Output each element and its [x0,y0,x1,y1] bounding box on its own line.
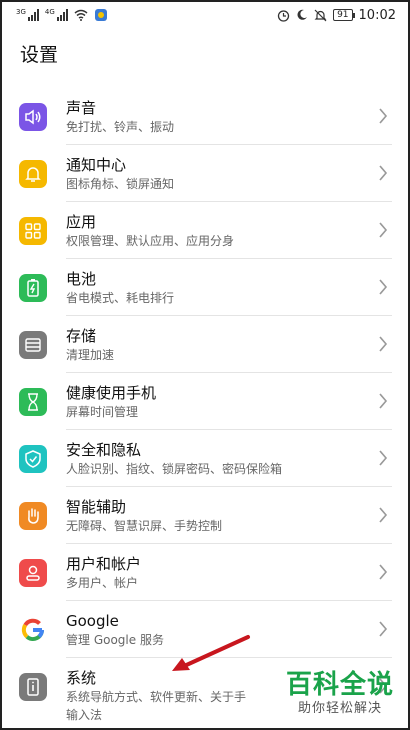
page-title: 设置 [2,28,408,78]
wifi-icon [74,9,88,21]
item-subtitle: 免打扰、铃声、振动 [66,120,175,134]
signal-label: 4G [44,8,55,16]
item-title: 电池 [66,270,97,288]
chevron-right-icon [379,108,388,124]
item-title: 声音 [66,99,97,117]
chevron-right-icon [379,279,388,295]
item-title: Google [66,612,119,630]
hand-icon [19,502,47,530]
alarm-icon [277,9,290,22]
settings-item-sound[interactable]: 声音 免打扰、铃声、振动 [2,88,408,145]
settings-item-apps[interactable]: 应用 权限管理、默认应用、应用分身 [2,202,408,259]
chevron-right-icon [379,564,388,580]
sound-icon [19,103,47,131]
settings-item-users-accounts[interactable]: 用户和帐户 多用户、帐户 [2,544,408,601]
settings-item-digital-balance[interactable]: 健康使用手机 屏幕时间管理 [2,373,408,430]
item-subtitle: 无障碍、智慧识屏、手势控制 [66,519,223,533]
chevron-right-icon [379,222,388,238]
chevron-right-icon [379,165,388,181]
settings-item-notifications[interactable]: 通知中心 图标角标、锁屏通知 [2,145,408,202]
signal-label: 3G [16,8,26,16]
chevron-right-icon [379,507,388,523]
item-title: 安全和隐私 [66,441,142,459]
shield-icon [19,445,47,473]
settings-item-security[interactable]: 安全和隐私 人脸识别、指纹、锁屏密码、密码保险箱 [2,430,408,487]
status-bar: 3G 4G 91 10:02 [2,2,408,28]
battery-indicator: 91 [333,9,356,21]
item-title: 智能辅助 [66,498,127,516]
signal-icon: 4G [45,9,68,21]
chevron-right-icon [379,393,388,409]
settings-item-accessibility[interactable]: 智能辅助 无障碍、智慧识屏、手势控制 [2,487,408,544]
mute-icon [314,9,327,21]
watermark-logo: 百科全说 助你轻松解决 [284,670,396,718]
user-icon [19,559,47,587]
chevron-right-icon [379,336,388,352]
battery-icon [19,274,47,302]
storage-icon [19,331,47,359]
item-subtitle: 人脸识别、指纹、锁屏密码、密码保险箱 [66,462,283,476]
item-subtitle: 权限管理、默认应用、应用分身 [66,234,235,248]
notification-app-icon [94,9,107,21]
apps-icon [19,217,47,245]
chevron-right-icon [379,450,388,466]
item-title: 通知中心 [66,156,127,174]
annotation-arrow [172,635,250,671]
moon-icon [297,9,308,20]
item-title: 应用 [66,213,97,231]
settings-item-battery[interactable]: 电池 省电模式、耗电排行 [2,259,408,316]
item-title: 健康使用手机 [66,384,157,402]
signal-icon: 3G [16,9,39,21]
item-subtitle: 省电模式、耗电排行 [66,291,175,305]
item-subtitle: 多用户、帐户 [66,576,139,590]
bell-icon [19,160,47,188]
chevron-right-icon [379,621,388,637]
watermark-title: 百科全说 [285,670,394,700]
phone-info-icon [19,673,47,701]
item-subtitle: 屏幕时间管理 [66,405,139,419]
item-subtitle: 图标角标、锁屏通知 [66,177,175,191]
settings-item-storage[interactable]: 存储 清理加速 [2,316,408,373]
item-title: 存储 [66,327,97,345]
item-title: 用户和帐户 [66,555,142,573]
google-icon [19,616,47,644]
status-time: 10:02 [358,7,396,23]
watermark-subtitle: 助你轻松解决 [297,701,382,716]
item-subtitle: 清理加速 [66,348,115,362]
screen-frame: 3G 4G 91 10:02 设置 声音 免打扰、铃声、振动 通知中心 图标角标… [0,0,410,730]
hourglass-icon [19,388,47,416]
